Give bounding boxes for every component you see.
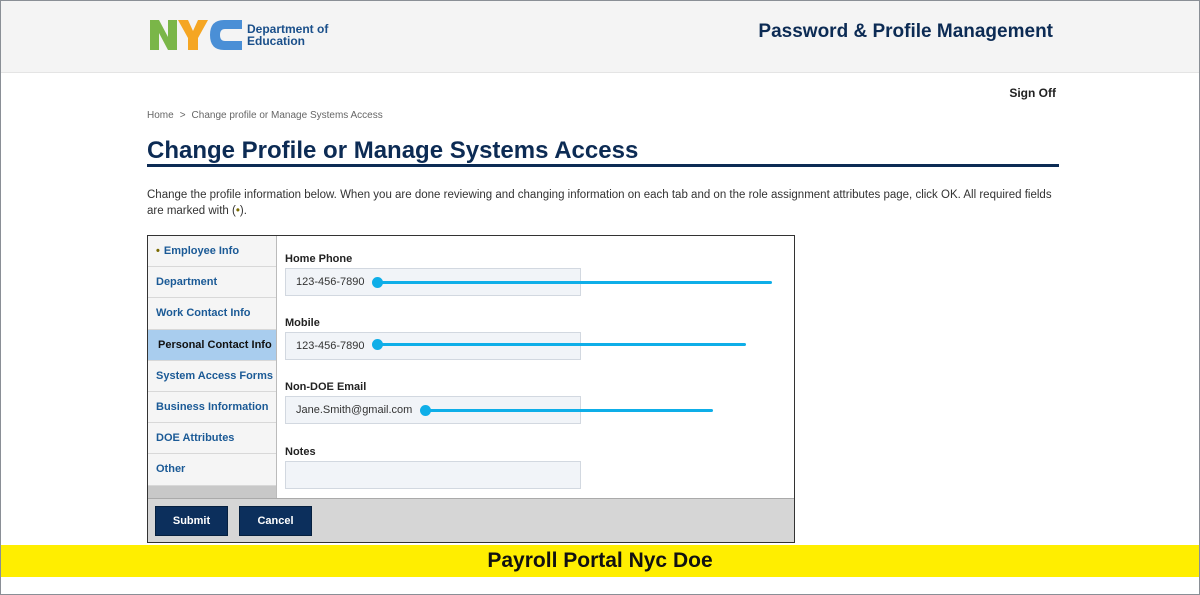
tab-label: Personal Contact Info: [158, 338, 272, 351]
banner-text: Payroll Portal Nyc Doe: [487, 549, 713, 572]
tab-employee-info[interactable]: • Employee Info: [148, 236, 276, 268]
tab-personal-contact-info[interactable]: Personal Contact Info: [148, 329, 276, 361]
tab-doe-attributes[interactable]: DOE Attributes: [148, 423, 276, 455]
home-phone-label: Home Phone: [285, 253, 353, 265]
tab-label: Employee Info: [163, 245, 240, 257]
notes-input[interactable]: [285, 461, 581, 489]
header-title: Password & Profile Management: [758, 21, 1053, 42]
nyc-logo-icon: [150, 20, 242, 50]
tab-business-information[interactable]: Business Information: [148, 392, 276, 424]
notes-label: Notes: [285, 446, 316, 458]
tab-label: Other: [156, 463, 186, 476]
intro-end: ).: [239, 205, 247, 217]
profile-panel: • Employee Info Department Work Contact I…: [147, 235, 795, 543]
cancel-button[interactable]: Cancel: [239, 506, 312, 536]
tab-label: System Access Forms: [156, 369, 273, 382]
intro-text: Change the profile information below. Wh…: [147, 187, 1057, 219]
tab-label: Department: [156, 276, 218, 289]
profile-tabs: • Employee Info Department Work Contact I…: [148, 236, 277, 498]
personal-contact-form: Home Phone Mobile Non-DOE Email Notes: [277, 236, 794, 498]
tab-label: Business Information: [156, 400, 269, 413]
intro-body: Change the profile information below. Wh…: [147, 189, 1052, 217]
caption-banner: Payroll Portal Nyc Doe: [0, 545, 1200, 577]
breadcrumb-separator: >: [179, 110, 186, 121]
nyc-doe-logo[interactable]: Department of Education: [148, 17, 337, 53]
breadcrumb: Home > Change profile or Manage Systems …: [147, 110, 383, 121]
required-marker-icon: •: [156, 245, 160, 257]
tab-system-access-forms[interactable]: System Access Forms: [148, 361, 276, 392]
breadcrumb-home-link[interactable]: Home: [147, 110, 174, 121]
tab-label: DOE Attributes: [156, 432, 235, 445]
tab-department[interactable]: Department: [148, 267, 276, 299]
tab-work-contact-info[interactable]: Work Contact Info: [148, 298, 276, 330]
mobile-input[interactable]: [285, 332, 581, 360]
title-divider: [147, 164, 1059, 167]
tab-other[interactable]: Other: [148, 454, 276, 486]
sign-off-link[interactable]: Sign Off: [1009, 86, 1056, 100]
highlight-marker: [420, 405, 713, 416]
form-action-bar: Submit Cancel: [148, 498, 794, 542]
breadcrumb-current: Change profile or Manage Systems Access: [191, 110, 383, 121]
tabs-filler: [148, 486, 276, 498]
logo-subtitle-line2: Education: [247, 34, 306, 48]
submit-button[interactable]: Submit: [155, 506, 228, 536]
non-doe-email-label: Non-DOE Email: [285, 381, 367, 393]
highlight-marker: [372, 277, 772, 288]
logo-subtitle: Department of Education: [247, 23, 337, 47]
site-header: Department of Education Password & Profi…: [1, 1, 1199, 73]
page-title: Change Profile or Manage Systems Access: [147, 137, 639, 164]
tab-label: Work Contact Info: [156, 307, 251, 320]
highlight-marker: [372, 339, 746, 350]
mobile-label: Mobile: [285, 317, 320, 329]
